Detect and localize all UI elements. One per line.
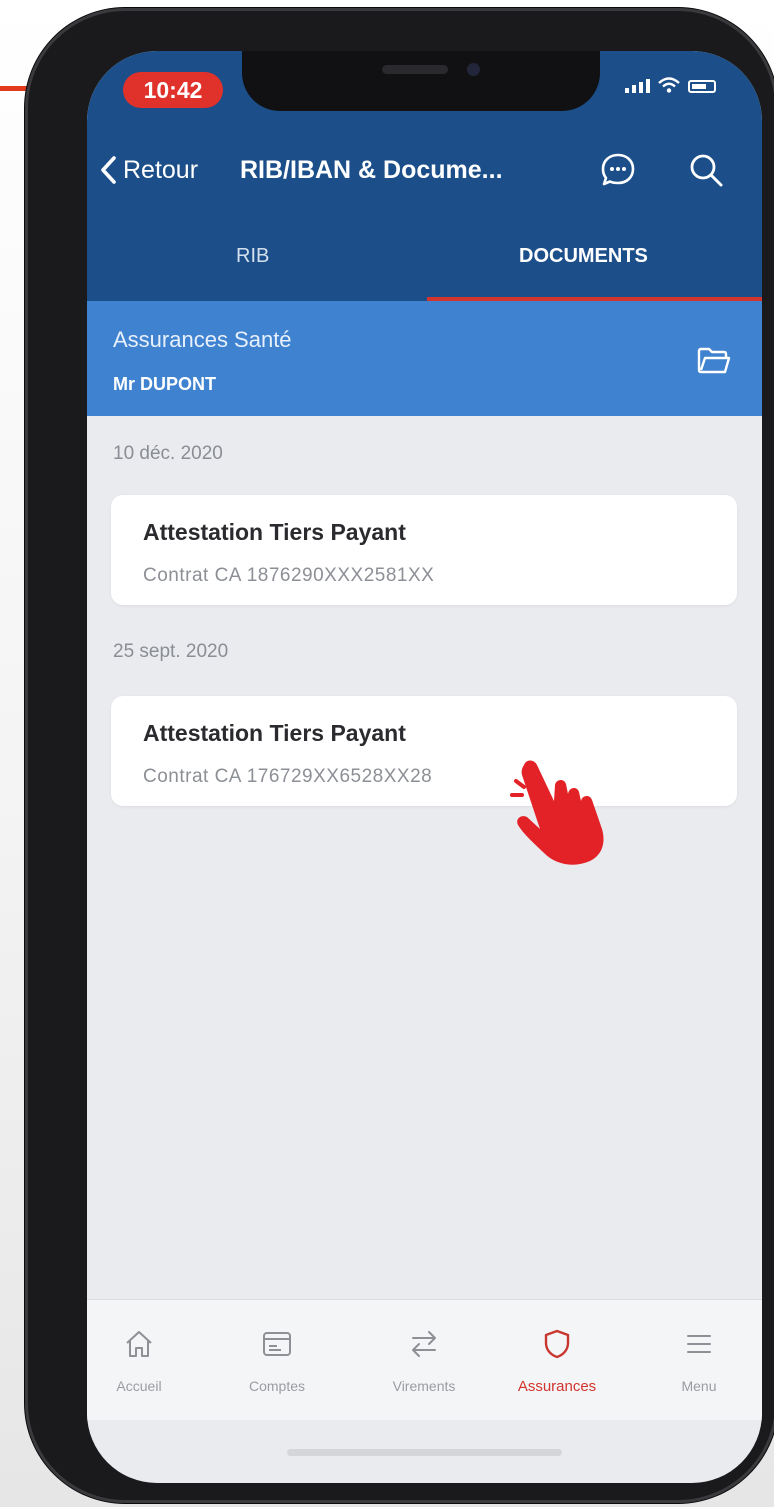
nav-label: Accueil bbox=[116, 1378, 162, 1394]
status-icons bbox=[625, 77, 716, 93]
document-card[interactable]: Attestation Tiers Payant Contrat CA 1767… bbox=[111, 696, 737, 806]
document-subtitle: Contrat CA 176729XX6528XX28 bbox=[143, 766, 433, 787]
wifi-icon bbox=[658, 77, 680, 93]
back-label: Retour bbox=[123, 155, 199, 184]
chevron-left-icon bbox=[101, 156, 116, 184]
signal-icon bbox=[625, 79, 650, 93]
phone-frame: 10:42 Retour RIB/IBAN & Docume... RIB DO… bbox=[25, 8, 774, 1503]
account-selector[interactable] bbox=[87, 301, 762, 416]
nav-item-virements[interactable]: Virements bbox=[374, 1300, 474, 1420]
nav-label: Assurances bbox=[517, 1378, 597, 1395]
nav-label: Virements bbox=[392, 1378, 456, 1394]
nav-label: Comptes bbox=[248, 1378, 306, 1394]
account-title: Assurances Santé bbox=[113, 327, 292, 352]
date-label: 10 déc. 2020 bbox=[113, 443, 223, 464]
search-icon[interactable] bbox=[687, 151, 725, 189]
phone-screen: 10:42 Retour RIB/IBAN & Docume... RIB DO… bbox=[87, 51, 762, 1483]
date-label: 25 sept. 2020 bbox=[113, 641, 229, 662]
document-subtitle: Contrat CA 1876290XXX2581XX bbox=[143, 565, 435, 586]
shield-icon bbox=[544, 1329, 570, 1359]
folder-icon[interactable] bbox=[697, 346, 731, 374]
nav-item-menu[interactable]: Menu bbox=[649, 1300, 749, 1420]
nav-item-comptes[interactable]: Comptes bbox=[227, 1300, 327, 1420]
menu-icon bbox=[687, 1335, 711, 1353]
nav-item-assurances[interactable]: Assurances bbox=[507, 1300, 607, 1420]
account-owner: Mr DUPONT bbox=[113, 374, 216, 394]
tab-documents[interactable]: DOCUMENTS bbox=[519, 245, 648, 268]
hand-pointer-icon bbox=[510, 760, 604, 865]
tab-rib[interactable]: RIB bbox=[236, 245, 269, 268]
bottom-nav: Accueil Comptes Virements Assurances Men… bbox=[87, 1299, 762, 1420]
battery-icon bbox=[688, 80, 716, 93]
nav-item-accueil[interactable]: Accueil bbox=[89, 1300, 189, 1420]
chat-icon[interactable] bbox=[599, 151, 637, 189]
status-time: 10:42 bbox=[123, 72, 223, 108]
transfer-icon bbox=[412, 1331, 436, 1357]
back-button[interactable]: Retour bbox=[99, 155, 198, 185]
card-icon bbox=[263, 1332, 291, 1356]
home-indicator bbox=[287, 1449, 562, 1456]
home-icon bbox=[126, 1331, 152, 1357]
phone-notch bbox=[242, 51, 600, 111]
document-title: Attestation Tiers Payant bbox=[143, 720, 406, 746]
document-card[interactable]: Attestation Tiers Payant Contrat CA 1876… bbox=[111, 495, 737, 605]
front-camera bbox=[467, 63, 480, 76]
speaker-grille bbox=[382, 65, 448, 74]
nav-label: Menu bbox=[681, 1378, 717, 1394]
document-title: Attestation Tiers Payant bbox=[143, 519, 406, 545]
page-title: RIB/IBAN & Docume... bbox=[240, 156, 503, 184]
